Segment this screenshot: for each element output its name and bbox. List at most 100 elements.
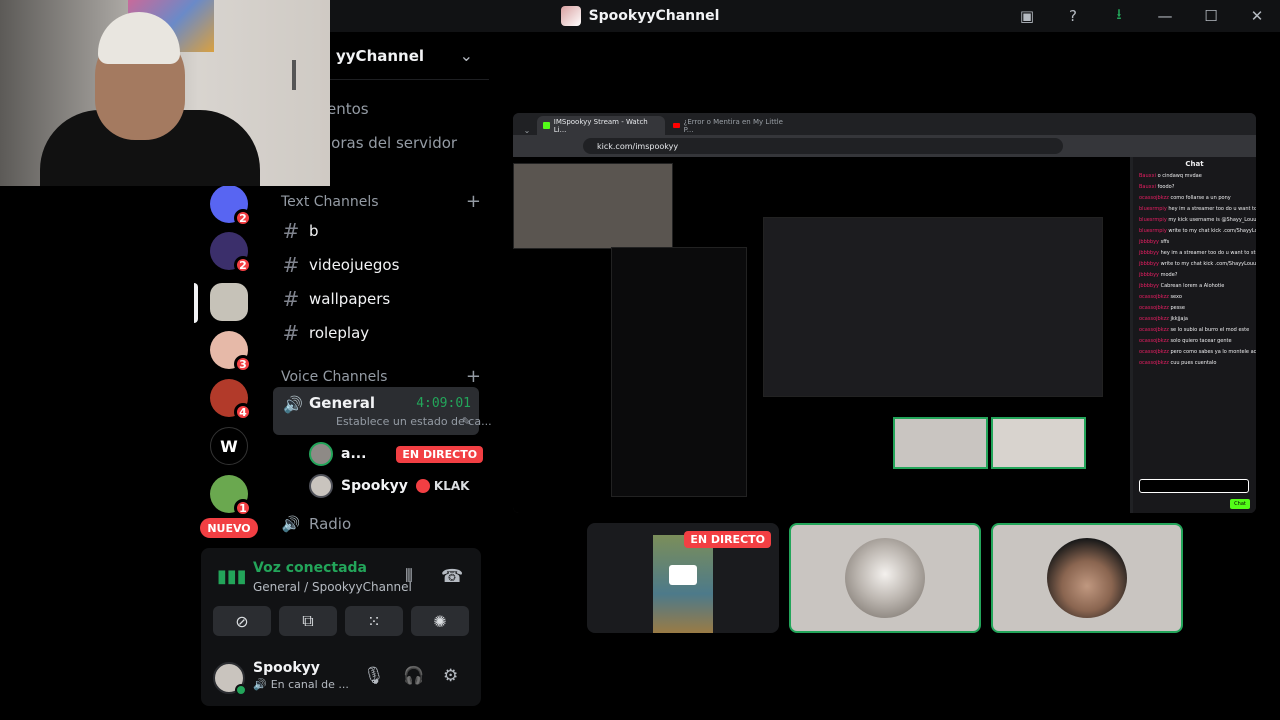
voice-channel-general[interactable]: 🔊 General 4:09:01 Establece un estado de…	[273, 387, 492, 435]
url-field[interactable]: kick.com/imspookyy	[583, 138, 1063, 154]
camera-tile-cat[interactable]	[789, 523, 981, 633]
chat-username[interactable]: Bauxxi	[1139, 173, 1156, 179]
chat-username[interactable]: jbbbbyy	[1139, 261, 1159, 267]
maximize-icon[interactable]: ☐	[1188, 0, 1234, 32]
nested-stream	[763, 217, 1103, 397]
add-channel-icon[interactable]: +	[466, 191, 481, 212]
voice-channel-radio[interactable]: 🔊 Radio	[281, 515, 352, 533]
chat-username[interactable]: ocassojbkzz	[1139, 294, 1169, 300]
voice-user-spookyy[interactable]: Spookyy KLAK	[309, 474, 469, 498]
chat-username[interactable]: bluesrmpiy	[1139, 206, 1167, 212]
soundbars-icon[interactable]: ⦀	[405, 566, 413, 587]
kick-icon	[543, 122, 550, 129]
add-channel-icon[interactable]: +	[466, 366, 481, 387]
avatar	[309, 474, 333, 498]
server-icon-w[interactable]: W	[210, 427, 248, 465]
disconnect-icon[interactable]: ☎	[441, 566, 463, 587]
chat-text: solo quiero tacear gente	[1170, 338, 1232, 344]
text-channels-label: Text Channels	[281, 193, 379, 210]
headphones-icon[interactable]: 🎧	[403, 666, 424, 686]
avatar	[1047, 538, 1127, 618]
help-icon[interactable]: ?	[1050, 0, 1096, 32]
chat-text: pesse	[1170, 305, 1185, 311]
download-icon[interactable]: ⭳	[1096, 0, 1142, 32]
signal-icon[interactable]: ▮▮▮	[217, 566, 247, 587]
speaker-icon: 🔊	[253, 678, 267, 691]
chat-username[interactable]: jbbbbyy	[1139, 283, 1159, 289]
minimize-icon[interactable]: —	[1142, 0, 1188, 32]
speaker-icon: 🔊	[283, 395, 303, 414]
camera-off-button[interactable]: ⊘	[213, 606, 271, 636]
channel-label: Radio	[309, 515, 352, 533]
chat-input[interactable]	[1139, 479, 1249, 493]
chat-message: bluesrmpiy my kick username is @Shayy_Lo…	[1133, 215, 1256, 226]
user-name[interactable]: Spookyy	[253, 660, 320, 676]
chat-username[interactable]: ocassojbkzz	[1139, 349, 1169, 355]
server-badge: 3	[234, 355, 252, 373]
channel-wallpapers[interactable]: # wallpapers	[281, 287, 391, 311]
chat-username[interactable]: ocassojbkzz	[1139, 195, 1169, 201]
chat-username[interactable]: Bauxxi	[1139, 184, 1156, 190]
text-channels-category[interactable]: Text Channels +	[281, 191, 481, 212]
klak-tag: KLAK	[415, 479, 470, 493]
server-icon	[560, 6, 581, 26]
chat-message: Bauxxi foodo?	[1133, 182, 1256, 193]
menu-item-server-boosts[interactable]: joras del servidor	[327, 134, 457, 152]
stream-view[interactable]: ⌄ IMSpookyy Stream - Watch Li... ¿Error …	[513, 113, 1256, 513]
server-icon-3[interactable]	[210, 283, 248, 321]
tab-youtube[interactable]: ¿Error o Mentira en My Little P...	[667, 116, 795, 135]
edit-icon[interactable]: ✎	[462, 415, 471, 428]
chat-username[interactable]: jbbbbyy	[1139, 272, 1159, 278]
microphone-icon[interactable]: 🎙	[363, 666, 385, 686]
chat-username[interactable]: ocassojbkzz	[1139, 360, 1169, 366]
server-icon-4[interactable]: 3	[210, 331, 252, 373]
voice-channels-category[interactable]: Voice Channels +	[281, 366, 481, 387]
channel-roleplay[interactable]: # roleplay	[281, 321, 370, 345]
discord-home-icon[interactable]: 2	[210, 185, 252, 227]
screen-share-tile[interactable]: EN DIRECTO	[587, 523, 779, 633]
share-screen-button[interactable]: ⧉	[279, 606, 337, 636]
chat-message: bluesrmpiy write to my chat kick .com/Sh…	[1133, 226, 1256, 237]
voice-duration: 4:09:01	[416, 396, 471, 411]
channel-label: wallpapers	[309, 290, 391, 308]
voice-user-a[interactable]: a... EN DIRECTO	[309, 442, 484, 466]
chat-username[interactable]: jbbbbyy	[1139, 250, 1159, 256]
voice-actions: ⊘ ⧉ ⁙ ✺	[213, 606, 469, 636]
chat-send-button[interactable]: Chat	[1230, 499, 1250, 509]
settings-icon[interactable]: ⚙	[443, 666, 458, 686]
channel-videojuegos[interactable]: # videojuegos	[281, 253, 400, 277]
soundboard-button[interactable]: ✺	[411, 606, 469, 636]
server-icon-5[interactable]: 4	[210, 379, 252, 421]
nested-cam-tile	[893, 417, 988, 469]
chat-username[interactable]: bluesrmpiy	[1139, 228, 1167, 234]
chat-username[interactable]: ocassojbkzz	[1139, 327, 1169, 333]
camera-tile-user[interactable]	[991, 523, 1183, 633]
chat-username[interactable]: ocassojbkzz	[1139, 316, 1169, 322]
nested-webcam	[513, 163, 673, 249]
activities-button[interactable]: ⁙	[345, 606, 403, 636]
chat-username[interactable]: ocassojbkzz	[1139, 305, 1169, 311]
voice-user-name: Spookyy	[341, 478, 408, 494]
inbox-icon[interactable]: ▣	[1004, 0, 1050, 32]
tab-label: ¿Error o Mentira en My Little P...	[683, 117, 783, 134]
chat-username[interactable]: jbbbbyy	[1139, 239, 1159, 245]
hash-icon: #	[282, 219, 300, 243]
chat-username[interactable]: bluesrmpiy	[1139, 217, 1167, 223]
tab-search-icon[interactable]: ⌄	[517, 126, 537, 135]
chat-text: write to my chat kick .com/ShayyLouu	[1160, 261, 1256, 267]
chat-messages: Bauxxi o cindawq mvdae Bauxxi foodo? ocass…	[1133, 171, 1256, 369]
tab-kick[interactable]: IMSpookyy Stream - Watch Li...	[537, 116, 665, 135]
chat-text: sffs	[1160, 239, 1170, 245]
channel-b[interactable]: # b	[281, 219, 319, 243]
server-icon-2[interactable]: 2	[210, 232, 252, 274]
chat-message: jbbbbyy Cabrean lorem a Alohotie	[1133, 281, 1256, 292]
menu-item-events[interactable]: entos	[327, 100, 369, 118]
chat-message: ocassojbkzz como follarse a un pony	[1133, 193, 1256, 204]
klak-label: KLAK	[433, 479, 470, 493]
voice-connected-subtitle[interactable]: General / SpookyyChannel	[253, 580, 412, 594]
user-status: 🔊 En canal de ...	[253, 678, 349, 691]
chat-username[interactable]: ocassojbkzz	[1139, 338, 1169, 344]
close-icon[interactable]: ✕	[1234, 0, 1280, 32]
server-icon-7[interactable]: 1	[210, 475, 252, 517]
webcam-overlay	[0, 0, 330, 186]
